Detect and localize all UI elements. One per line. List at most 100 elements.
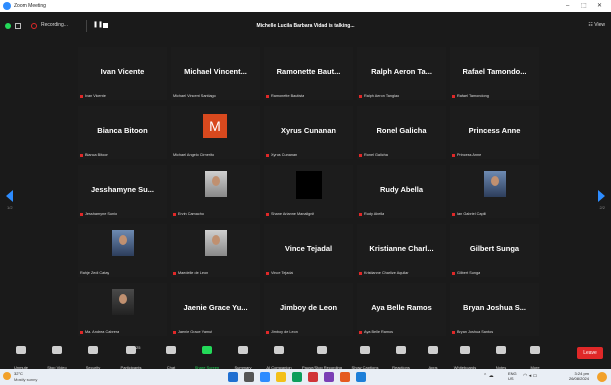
- language-indicator[interactable]: ENG US: [508, 371, 517, 381]
- participant-tile[interactable]: Ralph Aeron Ta... Ralph Aeron Tanglao: [357, 47, 446, 100]
- video-thumbnail: [205, 230, 227, 256]
- zoom-taskbar-icon[interactable]: [260, 372, 270, 382]
- participant-tile[interactable]: Rahje Zedi Catay: [78, 224, 167, 277]
- zoom-app-icon: [3, 2, 11, 10]
- weather-temperature: 32°C: [14, 371, 23, 376]
- muted-mic-icon: [173, 271, 176, 275]
- video-thumbnail: [205, 171, 227, 197]
- participant-tile[interactable]: Rafael Tamondo... Rafael Tamondong: [450, 47, 539, 100]
- view-button[interactable]: ☷ View: [588, 22, 605, 28]
- participant-name: Jimboy de Leon: [279, 302, 338, 312]
- participant-caption: Rudy Abella: [359, 212, 384, 216]
- participant-tile[interactable]: M Michael Angelo Cirnerito: [171, 106, 260, 159]
- participant-caption: Ervin Camacho: [173, 212, 204, 216]
- participant-caption: Ian Gabriel Capili: [452, 212, 486, 216]
- muted-mic-icon: [266, 153, 269, 157]
- participant-tile[interactable]: Jesshamyne Su... Jesshamyne Sunio: [78, 165, 167, 218]
- next-page-arrow-icon[interactable]: [598, 190, 605, 202]
- maximize-button[interactable]: ⬚: [581, 0, 587, 12]
- participant-tile[interactable]: Ivan Vicente Ivan Vicente: [78, 47, 167, 100]
- participant-gallery: Ivan Vicente Ivan Vicente Michael Vincent…: [78, 47, 539, 337]
- edge-browser-icon[interactable]: [292, 372, 302, 382]
- meeting-toolbar: Unmute Stop Video Security 25 Participant…: [0, 340, 611, 370]
- notification-icon[interactable]: [597, 372, 607, 382]
- sparkle-icon: [274, 346, 284, 354]
- weather-sun-icon[interactable]: [3, 372, 11, 380]
- participant-tile[interactable]: Shane Arianne Manalignit: [264, 165, 353, 218]
- participant-tile[interactable]: Ervin Camacho: [171, 165, 260, 218]
- participant-tile[interactable]: Michael Vincent... Michael Vincent Santia…: [171, 47, 260, 100]
- participant-name: Vince Tejadal: [284, 243, 333, 253]
- participant-name: Ramonette Baut...: [276, 66, 341, 76]
- participant-name: Aya Belle Ramos: [371, 302, 432, 312]
- previous-page-arrow-icon[interactable]: [6, 190, 13, 202]
- participant-caption: Xyrus Cunanan: [266, 153, 297, 157]
- muted-mic-icon: [359, 212, 362, 216]
- participant-tile[interactable]: Jimboy de Leon Jimboy de Leon: [264, 283, 353, 336]
- people-icon: [126, 346, 136, 354]
- wifi-volume-battery-icon[interactable]: ◠ ◂ ▭: [523, 373, 537, 379]
- meeting-topbar: Recording... ❚❚ Michelle Lucila Barbara …: [0, 12, 611, 39]
- chrome-icon[interactable]: [340, 372, 350, 382]
- muted-mic-icon: [80, 94, 83, 98]
- participant-caption: Ralph Aeron Tanglao: [359, 94, 399, 98]
- video-thumbnail: [484, 171, 506, 197]
- participant-name: Rudy Abella: [379, 184, 424, 194]
- participant-tile[interactable]: Kristianne Charl... Kristianne Charlize A…: [357, 224, 446, 277]
- participant-tile[interactable]: Xyrus Cunanan Xyrus Cunanan: [264, 106, 353, 159]
- video-thumbnail: [112, 289, 134, 315]
- muted-mic-icon: [173, 330, 176, 334]
- muted-mic-icon: [359, 330, 362, 334]
- participant-tile[interactable]: Bryan Joshua S... Bryan Joshua Santos: [450, 283, 539, 336]
- participant-caption: Michael Angelo Cirnerito: [173, 153, 215, 157]
- participant-name: Michael Vincent...: [184, 66, 247, 76]
- participant-tile[interactable]: Aya Belle Ramos Aya Belle Ramos: [357, 283, 446, 336]
- participant-tile[interactable]: Gilbert Sunga Gilbert Sunga: [450, 224, 539, 277]
- participant-caption: Bianca Bitoon: [80, 153, 108, 157]
- microphone-muted-icon: [16, 346, 26, 354]
- participant-tile[interactable]: Rudy Abella Rudy Abella: [357, 165, 446, 218]
- app-icon[interactable]: [308, 372, 318, 382]
- system-tray[interactable]: ⌃ ☁: [483, 373, 494, 379]
- participant-tile[interactable]: Jaenie Grace Yu... Jaenie Grace Yamut: [171, 283, 260, 336]
- muted-mic-icon: [80, 212, 83, 216]
- taskbar-apps: [228, 372, 366, 382]
- muted-mic-icon: [80, 330, 83, 334]
- participant-caption: Jimboy de Leon: [266, 330, 298, 334]
- video-camera-icon: [52, 346, 62, 354]
- search-icon[interactable]: [244, 372, 254, 382]
- summary-icon: [238, 346, 248, 354]
- participant-tile[interactable]: Maedelle de Leon: [171, 224, 260, 277]
- participant-name: Ivan Vicente: [100, 66, 145, 76]
- participant-caption: Aya Belle Ramos: [359, 330, 393, 334]
- app-icon[interactable]: [324, 372, 334, 382]
- avatar: M: [203, 114, 227, 138]
- chat-bubble-icon: [166, 346, 176, 354]
- participant-tile[interactable]: Ian Gabriel Capili: [450, 165, 539, 218]
- participant-tile[interactable]: Princess Anne Princess Anne: [450, 106, 539, 159]
- muted-mic-icon: [452, 271, 455, 275]
- participant-tile[interactable]: Ramonette Baut... Ramonette Bautista: [264, 47, 353, 100]
- clock[interactable]: 3:24 pm 26/08/2024: [569, 371, 589, 381]
- muted-mic-icon: [266, 212, 269, 216]
- participant-name: Princess Anne: [468, 125, 521, 135]
- participant-caption: Ma. Andrea Cabrera: [80, 330, 119, 334]
- participant-tile[interactable]: Bianca Bitoon Bianca Bitoon: [78, 106, 167, 159]
- participant-tile[interactable]: Ma. Andrea Cabrera: [78, 283, 167, 336]
- participant-name: Gilbert Sunga: [469, 243, 520, 253]
- participant-tile[interactable]: Ronel Galicha Ronel Galicha: [357, 106, 446, 159]
- file-explorer-icon[interactable]: [276, 372, 286, 382]
- app-icon[interactable]: [356, 372, 366, 382]
- participant-name: Bianca Bitoon: [97, 125, 148, 135]
- muted-mic-icon: [359, 153, 362, 157]
- minimize-button[interactable]: –: [566, 0, 569, 12]
- participant-tile[interactable]: Vince Tejadal Vince Tejadal: [264, 224, 353, 277]
- close-button[interactable]: ✕: [597, 0, 602, 12]
- leave-button[interactable]: Leave: [577, 347, 603, 359]
- page-indicator-right: 2/2: [599, 205, 605, 210]
- muted-mic-icon: [173, 212, 176, 216]
- participant-caption: Jaenie Grace Yamut: [173, 330, 212, 334]
- participant-caption: Ramonette Bautista: [266, 94, 304, 98]
- smiley-icon: [396, 346, 406, 354]
- start-windows-icon[interactable]: [228, 372, 238, 382]
